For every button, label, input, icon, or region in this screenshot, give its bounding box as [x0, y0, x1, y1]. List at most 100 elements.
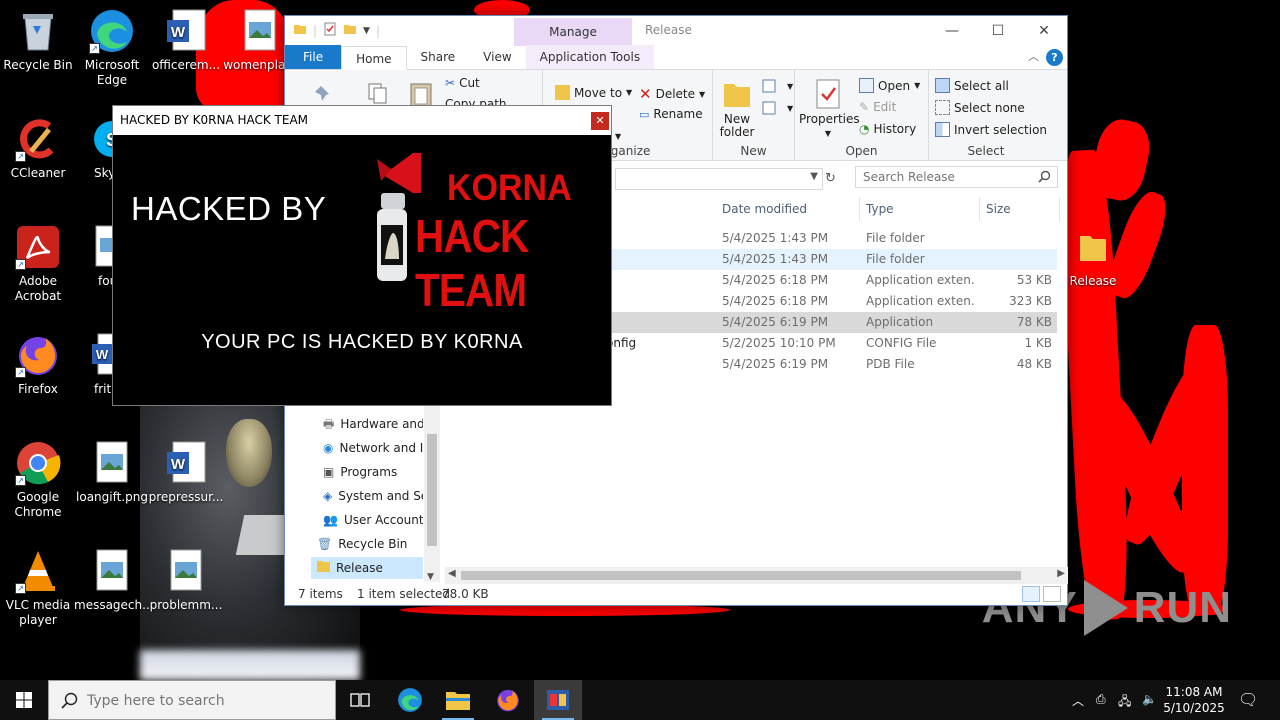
properties-icon[interactable]	[323, 22, 337, 39]
desktop-icon-adobe-acrobat[interactable]: ↗ Adobe Acrobat	[0, 218, 76, 304]
horizontal-scrollbar[interactable]: ◀ ▶	[445, 567, 1068, 584]
usb-icon[interactable]: ⎙	[1096, 692, 1106, 707]
nav-item-network[interactable]: ◉ Network and In	[323, 437, 423, 459]
chevron-down-icon[interactable]: ▼	[810, 171, 818, 182]
file-row[interactable]: 5/4/2025 6:18 PM Application exten... 53 K…	[610, 270, 1057, 291]
search-box[interactable]	[855, 166, 1058, 188]
nav-scrollbar[interactable]: ▼	[424, 404, 440, 582]
collapse-ribbon-icon[interactable]: ︿	[1028, 48, 1039, 64]
address-bar[interactable]: ▼	[615, 168, 823, 190]
desktop-icon-vlc[interactable]: ↗ VLC media player	[0, 542, 76, 628]
desktop-icon-ccleaner[interactable]: ↗ CCleaner	[0, 110, 76, 181]
taskbar-firefox[interactable]	[484, 680, 532, 720]
search-icon	[61, 692, 78, 712]
scrollbar-thumb[interactable]	[461, 571, 1021, 580]
close-button[interactable]: ✕	[591, 112, 609, 130]
column-header-date[interactable]: Date modified	[716, 197, 860, 221]
taskbar-edge[interactable]	[386, 680, 434, 720]
refresh-icon[interactable]: ↻	[825, 171, 836, 186]
new-folder-button[interactable]: New folder	[719, 78, 755, 139]
nav-item-hardware[interactable]: 🖶 Hardware and	[323, 413, 423, 435]
column-header-size[interactable]: Size	[980, 197, 1060, 221]
desktop-icon-edge[interactable]: ↗ Microsoft Edge	[74, 2, 150, 88]
history-button[interactable]: ◔ History	[859, 122, 916, 136]
new-folder-icon[interactable]	[343, 22, 357, 39]
selection-count: 1 item selected	[357, 587, 451, 601]
folder-icon[interactable]	[293, 22, 307, 39]
desktop-icon-messagech[interactable]: messagech...	[74, 542, 150, 613]
chevron-down-icon[interactable]: ▼	[427, 572, 434, 582]
minimize-button[interactable]: —	[929, 16, 975, 46]
status-bar: 7 items 1 item selected 78.0 KB	[285, 583, 1067, 605]
open-button[interactable]: Open ▼	[859, 78, 920, 93]
move-to-button[interactable]: Move to ▼	[555, 85, 632, 100]
scissors-icon: ✂	[445, 76, 456, 90]
cut-button[interactable]: ✂ Cut	[445, 76, 480, 90]
paste-icon[interactable]	[409, 80, 433, 108]
copy-icon[interactable]	[367, 82, 389, 106]
desktop-icon-recycle-bin[interactable]: Recycle Bin	[0, 2, 76, 73]
desktop-icon-loangift[interactable]: loangift.png	[74, 434, 150, 505]
select-all-button[interactable]: Select all	[935, 78, 1009, 93]
easy-access-icon[interactable]: ▼	[761, 100, 793, 116]
select-none-button[interactable]: Select none	[935, 100, 1025, 115]
file-row[interactable]: onfig 5/2/2025 10:10 PM CONFIG File 1 KB	[606, 333, 1057, 354]
large-icons-view-button[interactable]	[1043, 586, 1061, 602]
chevron-down-icon[interactable]: ▼	[363, 26, 370, 36]
file-row[interactable]: 5/4/2025 1:43 PM File folder	[610, 228, 1057, 249]
hack-message-window[interactable]: HACKED BY K0RNA HACK TEAM ✕ HACKED BY KO…	[112, 105, 612, 406]
volume-icon[interactable]: 🔈	[1142, 692, 1157, 706]
folder-icon	[1078, 224, 1108, 270]
details-view-button[interactable]	[1022, 586, 1040, 602]
chrome-icon: ↗	[15, 440, 61, 486]
maximize-button[interactable]: ☐	[975, 16, 1021, 46]
nav-item-programs[interactable]: ▣ Programs	[323, 461, 423, 483]
file-row-selected[interactable]: 5/4/2025 6:19 PM Application 78 KB	[610, 312, 1057, 333]
tab-view[interactable]: View	[469, 45, 525, 69]
tab-application-tools[interactable]: Application Tools	[525, 45, 655, 69]
tab-file[interactable]: File	[285, 45, 342, 69]
edit-button[interactable]: ✎ Edit	[859, 100, 896, 114]
rename-button[interactable]: ▭ Rename	[639, 107, 703, 121]
pin-icon[interactable]	[313, 84, 335, 106]
task-view-button[interactable]	[336, 680, 384, 720]
explorer-titlebar[interactable]: | ▼ | Manage Release — ☐ ✕	[285, 16, 1067, 46]
start-button[interactable]	[0, 680, 48, 720]
notification-icon[interactable]: 🗨	[1238, 690, 1258, 709]
desktop-icon-chrome[interactable]: ↗ Google Chrome	[0, 434, 76, 520]
desktop-icon-skype[interactable]: S Sky	[74, 110, 130, 181]
nav-item-release[interactable]: Release	[311, 557, 423, 579]
chevron-up-icon[interactable]: ︿	[1072, 692, 1084, 709]
nav-item-user-accounts[interactable]: 👥 User Accounts	[323, 509, 423, 531]
desktop-icon-prepressur[interactable]: W prepressur...	[148, 434, 224, 505]
chevron-right-icon[interactable]: ▶	[1057, 568, 1065, 579]
tab-home[interactable]: Home	[341, 46, 407, 70]
file-row[interactable]: 5/4/2025 6:18 PM Application exten... 323 …	[610, 291, 1057, 312]
taskbar-file-explorer[interactable]	[434, 680, 482, 720]
network-icon[interactable]: 🖧	[1118, 692, 1131, 713]
system-clock[interactable]: 11:08 AM 5/10/2025	[1162, 684, 1226, 716]
delete-button[interactable]: ✕ Delete ▼	[639, 85, 705, 103]
taskbar-hack-app[interactable]	[534, 680, 582, 720]
invert-selection-button[interactable]: Invert selection	[935, 122, 1047, 137]
manage-context-tab[interactable]: Manage	[514, 18, 632, 46]
desktop-icon-problemm[interactable]: problemm...	[148, 542, 224, 613]
column-header-type[interactable]: Type	[860, 197, 980, 221]
tab-share[interactable]: Share	[407, 45, 470, 69]
close-button[interactable]: ✕	[1021, 16, 1067, 46]
desktop-icon-officerem[interactable]: W officerem...	[148, 2, 224, 73]
chevron-left-icon[interactable]: ◀	[448, 568, 456, 579]
taskbar-search-box[interactable]	[48, 680, 336, 720]
taskbar-search-input[interactable]	[87, 690, 327, 712]
properties-button[interactable]: Properties ▼	[799, 78, 860, 140]
new-item-icon[interactable]: ▼	[761, 78, 793, 94]
help-icon[interactable]: ?	[1046, 49, 1063, 66]
file-row[interactable]: 5/4/2025 1:43 PM File folder	[610, 249, 1057, 270]
search-input[interactable]	[856, 167, 1026, 187]
hack-window-titlebar[interactable]: HACKED BY K0RNA HACK TEAM ✕	[113, 106, 611, 135]
nav-item-recycle-bin[interactable]: 🗑 Recycle Bin	[317, 533, 423, 555]
file-row[interactable]: 5/4/2025 6:19 PM PDB File 48 KB	[610, 354, 1057, 375]
nav-item-system[interactable]: ◈System and Sec	[323, 485, 423, 507]
shield-icon: ◈	[323, 489, 333, 503]
desktop-icon-firefox[interactable]: ↗ Firefox	[0, 326, 76, 397]
